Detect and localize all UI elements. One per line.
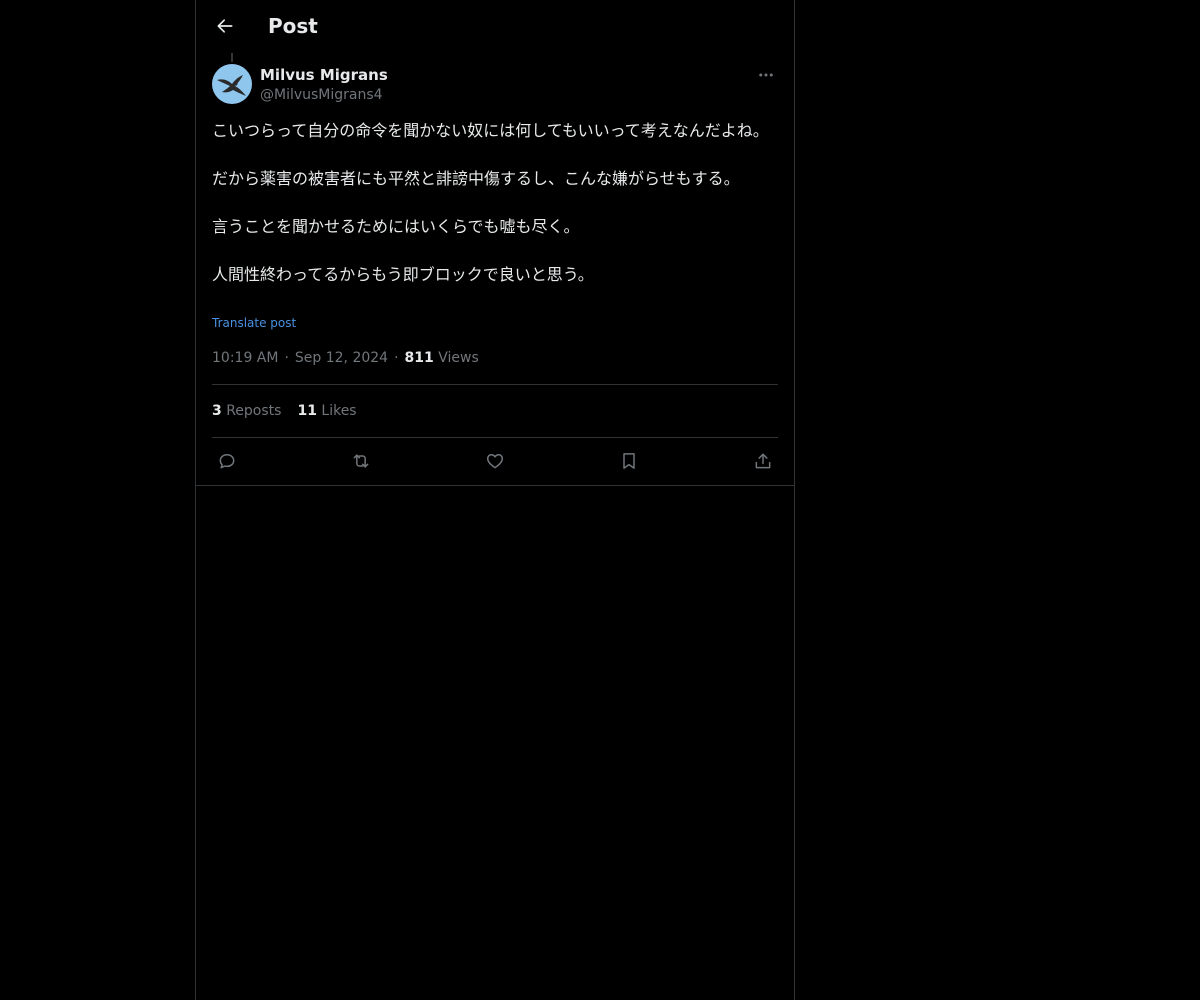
more-options-button[interactable] (754, 64, 778, 86)
divider (212, 437, 778, 438)
post-date[interactable]: Sep 12, 2024 (295, 350, 388, 366)
translate-post-link[interactable]: Translate post (212, 314, 296, 332)
heart-icon (486, 454, 504, 469)
meta-separator: · (284, 350, 289, 366)
repost-icon (353, 454, 369, 468)
thread-connector-line (231, 53, 233, 62)
reposts-count: 3 (212, 403, 222, 419)
author-handle[interactable]: @MilvusMigrans4 (260, 85, 388, 105)
post-action-bar (212, 448, 778, 474)
arrow-left-icon (217, 19, 233, 33)
likes-label: Likes (321, 403, 357, 419)
reposts-label: Reposts (226, 403, 282, 419)
post-metadata: 10:19 AM · Sep 12, 2024 · 811 Views (212, 348, 479, 368)
post-header: Post (196, 0, 794, 53)
avatar[interactable] (212, 64, 252, 104)
more-horizontal-icon (759, 73, 773, 77)
page-title: Post (268, 14, 318, 38)
reply-button[interactable] (212, 448, 242, 474)
likes-stat[interactable]: 11 Likes (297, 403, 356, 419)
divider (212, 384, 778, 385)
bookmark-icon (623, 453, 635, 469)
views-count: 811 (404, 350, 434, 366)
reply-icon (219, 454, 235, 469)
meta-separator: · (394, 350, 399, 366)
views-label: Views (438, 350, 479, 366)
post-body-text: こいつらって自分の命令を聞かない奴には何してもいいって考えなんだよね。 だから薬… (212, 121, 769, 284)
divider (196, 485, 794, 486)
kite-bird-avatar-icon (212, 64, 252, 104)
repost-button[interactable] (346, 448, 376, 474)
bookmark-button[interactable] (614, 448, 644, 474)
share-button[interactable] (748, 448, 778, 474)
post-time[interactable]: 10:19 AM (212, 350, 278, 366)
share-icon (755, 453, 771, 469)
primary-column: Post Milvus Migrans @MilvusMigrans4 こいつら… (195, 0, 795, 1000)
like-button[interactable] (480, 448, 510, 474)
back-button[interactable] (208, 9, 242, 43)
likes-count: 11 (297, 403, 317, 419)
author-block: Milvus Migrans @MilvusMigrans4 (260, 65, 388, 105)
reposts-stat[interactable]: 3 Reposts (212, 403, 281, 419)
author-display-name[interactable]: Milvus Migrans (260, 65, 388, 85)
engagement-stats: 3 Reposts 11 Likes (212, 401, 373, 421)
